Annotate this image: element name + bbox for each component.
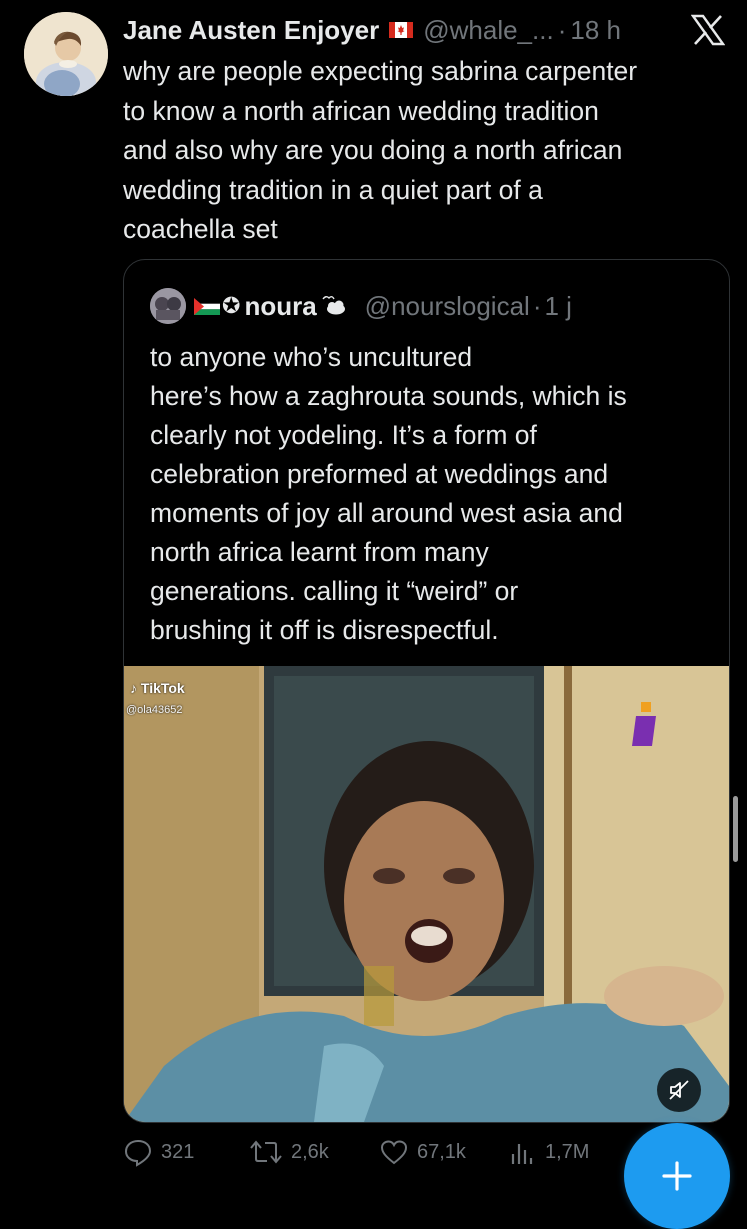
quoted-tweet-text: to anyone who’s uncultured here’s how a …: [150, 342, 627, 645]
plus-icon: [662, 1161, 692, 1191]
reply-icon: [124, 1139, 152, 1167]
repost-icon: [250, 1140, 282, 1164]
speaker-muted-icon: [669, 1080, 689, 1100]
views-chart-icon: [511, 1144, 533, 1164]
tweet-header: Jane Austen Enjoyer @whale_... · 18 h: [123, 12, 729, 48]
video-frame: [124, 666, 729, 1122]
author-handle[interactable]: @whale_...: [423, 15, 553, 46]
tiktok-note-icon: ♪: [130, 680, 137, 696]
tiktok-label: TikTok: [140, 680, 185, 696]
star-icon: ✪: [222, 293, 241, 318]
tweet-text: why are people expecting sabrina carpent…: [123, 56, 638, 244]
author-name[interactable]: Jane Austen Enjoyer: [123, 15, 379, 46]
repost-button[interactable]: 2,6k: [249, 1134, 329, 1170]
canada-flag-icon: [389, 22, 414, 38]
quoted-author-handle[interactable]: @nourslogical: [365, 291, 530, 322]
quoted-tweet-header: ✪ noura @nourslogical · 1 j: [150, 288, 572, 324]
views-count: 1,7M: [545, 1140, 590, 1163]
heart-icon: [380, 1140, 408, 1165]
quoted-author-name[interactable]: noura: [244, 291, 316, 322]
scrollbar[interactable]: [733, 796, 738, 862]
mute-button[interactable]: [657, 1068, 701, 1112]
reply-button[interactable]: 321: [123, 1134, 194, 1170]
separator-dot: ·: [557, 14, 567, 45]
separator-dot: ·: [532, 290, 542, 321]
video-player[interactable]: ♪ TikTok @ola43652: [124, 666, 729, 1122]
tiktok-watermark: ♪ TikTok: [130, 680, 185, 696]
reply-count: 321: [161, 1140, 195, 1163]
tweet-time[interactable]: 18 h: [570, 15, 621, 46]
quoted-tweet-card[interactable]: ✪ noura @nourslogical · 1 j to anyone wh…: [123, 259, 730, 1123]
like-button[interactable]: 67,1k: [379, 1134, 466, 1170]
tiktok-username: @ola43652: [126, 704, 183, 716]
like-count: 67,1k: [417, 1140, 466, 1163]
cloud-icon: [321, 295, 347, 317]
quoted-tweet-time[interactable]: 1 j: [544, 291, 571, 322]
repost-count: 2,6k: [291, 1140, 329, 1163]
compose-button[interactable]: [624, 1123, 730, 1229]
views-button[interactable]: 1,7M: [509, 1134, 589, 1170]
author-avatar[interactable]: [24, 12, 108, 96]
quoted-author-avatar[interactable]: [150, 288, 186, 324]
palestine-flag-icon: [194, 297, 220, 315]
x-logo-icon: [691, 14, 725, 46]
